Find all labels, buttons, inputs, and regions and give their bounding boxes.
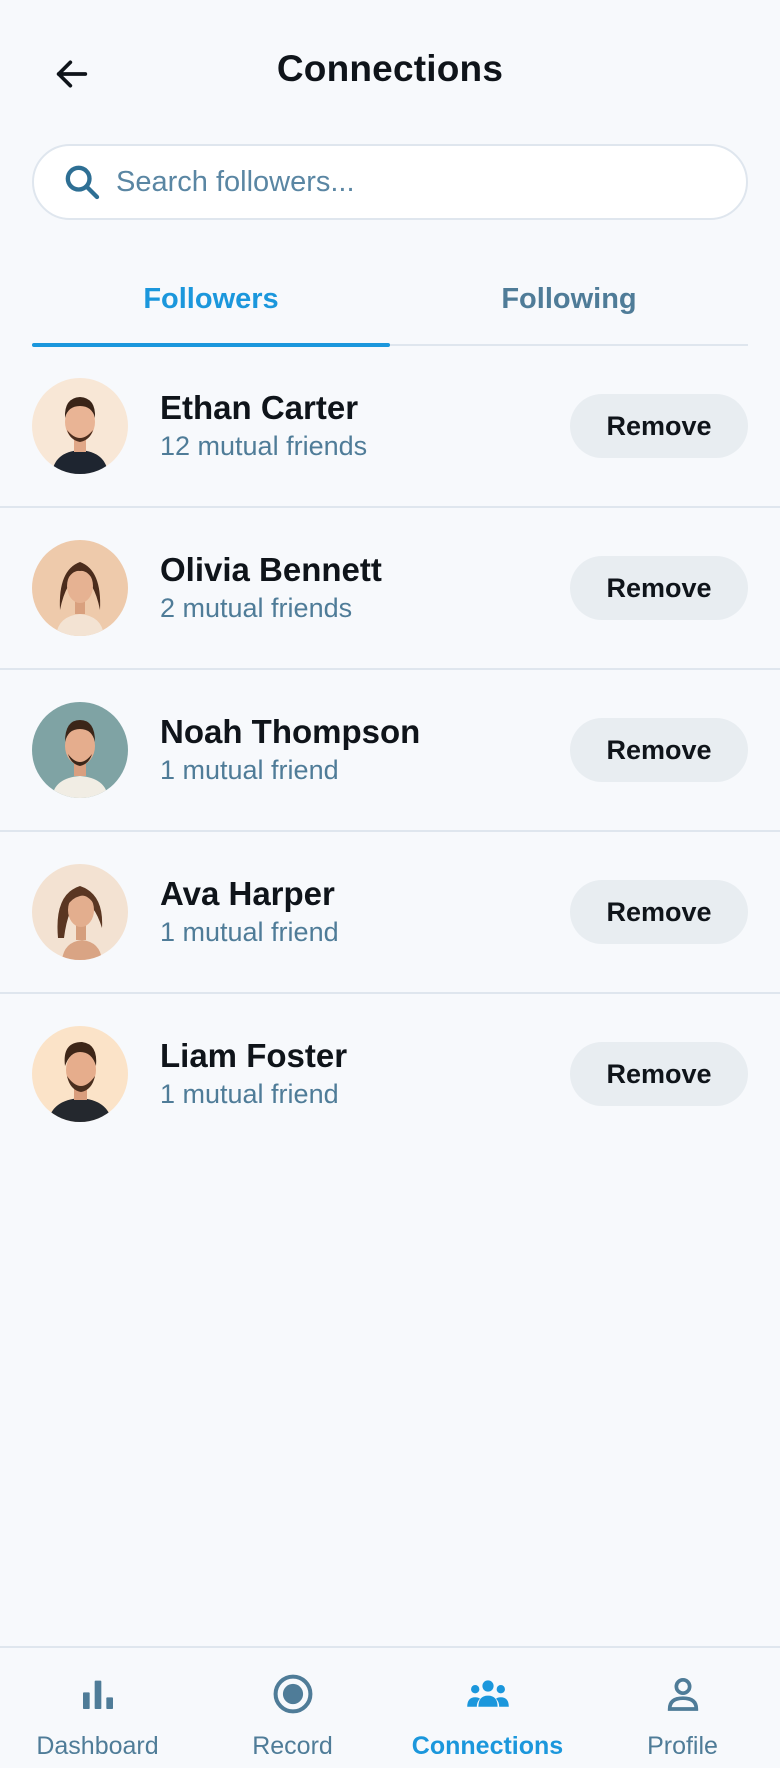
avatar (32, 702, 128, 798)
user-name: Ethan Carter (160, 389, 359, 426)
bar-chart-icon (74, 1670, 122, 1718)
header: Connections (0, 0, 780, 146)
remove-button[interactable]: Remove (570, 718, 748, 782)
remove-button[interactable]: Remove (570, 394, 748, 458)
user-name: Noah Thompson (160, 713, 421, 750)
connections-screen: Connections Followers Following (0, 0, 780, 1768)
followers-list: Ethan Carter 12 mutual friends Remove Ol… (0, 346, 780, 1156)
list-item[interactable]: Ethan Carter 12 mutual friends Remove (0, 346, 780, 508)
user-name: Ava Harper (160, 875, 335, 912)
avatar (32, 540, 128, 636)
remove-button[interactable]: Remove (570, 556, 748, 620)
nav-label: Connections (411, 1732, 564, 1760)
list-item[interactable]: Noah Thompson 1 mutual friend Remove (0, 670, 780, 832)
avatar (32, 864, 128, 960)
list-item[interactable]: Olivia Bennett 2 mutual friends Remove (0, 508, 780, 670)
nav-label: Dashboard (36, 1732, 159, 1760)
avatar (32, 1026, 128, 1122)
search-input[interactable] (116, 165, 746, 199)
nav-profile[interactable]: Profile (585, 1648, 780, 1768)
remove-button[interactable]: Remove (570, 1042, 748, 1106)
user-name: Liam Foster (160, 1037, 348, 1074)
list-item[interactable]: Ava Harper 1 mutual friend Remove (0, 832, 780, 994)
mutual-count: 1 mutual friend (160, 755, 339, 785)
nav-label: Record (252, 1732, 333, 1760)
mutual-count: 2 mutual friends (160, 593, 353, 623)
user-info: Ava Harper 1 mutual friend (160, 874, 339, 950)
remove-button[interactable]: Remove (570, 880, 748, 944)
tabs: Followers Following (32, 254, 748, 347)
nav-connections[interactable]: Connections (390, 1648, 585, 1768)
mutual-count: 1 mutual friend (160, 1079, 339, 1109)
avatar (32, 378, 128, 474)
search-icon (60, 160, 104, 204)
tab-following[interactable]: Following (390, 254, 748, 344)
bottom-nav: Dashboard Record Connections Profile (0, 1646, 780, 1768)
page-title: Connections (276, 48, 504, 89)
user-info: Olivia Bennett 2 mutual friends (160, 550, 382, 626)
list-item[interactable]: Liam Foster 1 mutual friend Remove (0, 994, 780, 1156)
user-info: Noah Thompson 1 mutual friend (160, 712, 420, 788)
user-info: Liam Foster 1 mutual friend (160, 1036, 347, 1112)
mutual-count: 12 mutual friends (160, 431, 368, 461)
user-info: Ethan Carter 12 mutual friends (160, 388, 367, 464)
nav-record[interactable]: Record (195, 1648, 390, 1768)
record-icon (269, 1670, 317, 1718)
people-icon (464, 1670, 512, 1718)
nav-dashboard[interactable]: Dashboard (0, 1648, 195, 1768)
mutual-count: 1 mutual friend (160, 917, 339, 947)
tab-followers[interactable]: Followers (32, 254, 390, 347)
nav-label: Profile (647, 1732, 718, 1760)
person-icon (659, 1670, 707, 1718)
user-name: Olivia Bennett (160, 551, 382, 588)
search-bar[interactable] (32, 144, 748, 220)
